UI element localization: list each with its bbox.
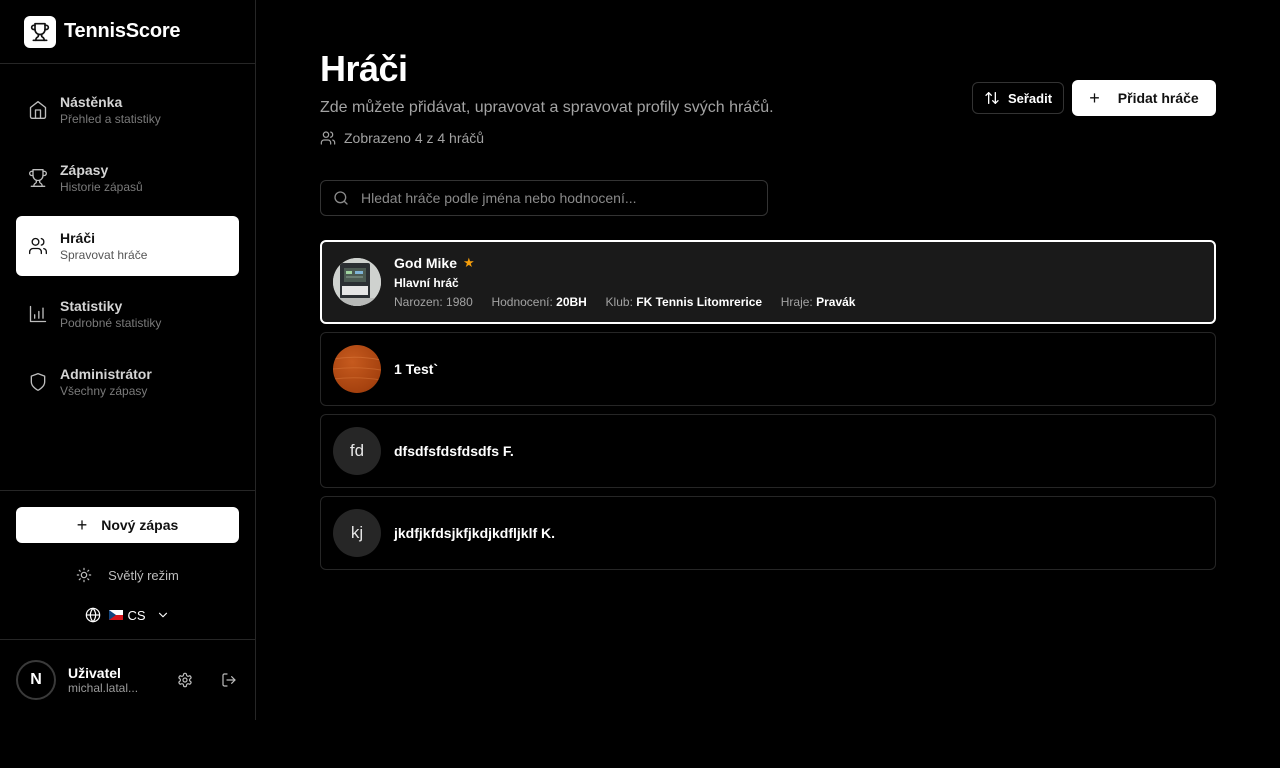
user-panel: N Uživatel michal.latal... — [0, 639, 255, 720]
globe-icon — [86, 607, 101, 623]
player-role: Hlavní hráč — [394, 276, 459, 290]
born-value: 1980 — [446, 295, 473, 309]
player-avatar-photo — [333, 258, 381, 306]
players-count-label: Zobrazeno 4 z 4 hráčů — [344, 130, 485, 146]
club-value: FK Tennis Litomrerice — [636, 295, 763, 309]
avatar[interactable]: N — [16, 660, 56, 700]
user-info: Uživatel michal.latal... — [68, 665, 154, 695]
trophy-logo-icon — [24, 15, 56, 48]
player-avatar-image — [333, 345, 381, 393]
player-card[interactable]: kj jkdfjkfdsjkfjkdjkdfljklf K. — [320, 496, 1216, 570]
sidebar-item-matches[interactable]: Zápasy Historie zápasů — [16, 148, 239, 208]
player-name: God Mike ★ — [394, 255, 855, 271]
sidebar-item-subtitle: Přehled a statistiky — [60, 112, 161, 126]
trophy-icon — [28, 168, 48, 188]
player-name-text: God Mike — [394, 255, 458, 271]
avatar-letter: N — [30, 671, 42, 688]
plays-label: Hraje: — [780, 295, 813, 309]
app-name: TennisScore — [64, 20, 181, 42]
sidebar-item-title: Hráči — [60, 230, 96, 246]
user-email: michal.latal... — [68, 681, 139, 695]
theme-toggle-button[interactable]: Světlý režim — [0, 559, 255, 591]
sidebar-item-subtitle: Podrobné statistiky — [60, 316, 162, 330]
player-card[interactable]: God Mike ★ Hlavní hráč Narozen: 1980 Hod… — [320, 240, 1216, 324]
sort-button[interactable]: Seřadit — [972, 82, 1064, 114]
sidebar-item-title: Statistiky — [60, 298, 123, 314]
language-label: CS — [127, 607, 146, 623]
users-icon — [320, 131, 336, 145]
player-name: dfsdfsfdsfdsdfs F. — [394, 443, 514, 459]
sidebar-item-admin[interactable]: Administrátor Všechny zápasy — [16, 352, 239, 412]
player-card[interactable]: fd dfsdfsfdsfdsdfs F. — [320, 414, 1216, 488]
language-select[interactable]: CS — [0, 599, 255, 631]
sidebar-item-subtitle: Všechny zápasy — [60, 384, 148, 398]
player-meta: Narozen: 1980 Hodnocení: 20BH Klub: FK T… — [394, 295, 855, 309]
player-name: jkdfjkfdsjkfjkdjkdfljklf K. — [394, 525, 556, 541]
sort-label: Seřadit — [1007, 90, 1053, 106]
shield-icon — [28, 372, 48, 392]
sidebar: TennisScore Nástěnka Přehled a statistik… — [0, 0, 256, 720]
logout-icon — [222, 673, 236, 687]
page-subtitle: Zde můžete přidávat, upravovat a spravov… — [320, 99, 774, 116]
theme-toggle-label: Světlý režim — [108, 567, 179, 583]
plus-icon: + — [76, 515, 88, 535]
czech-flag-icon — [109, 610, 124, 620]
settings-button[interactable] — [169, 664, 201, 696]
sidebar-item-title: Nástěnka — [60, 94, 123, 110]
sidebar-item-dashboard[interactable]: Nástěnka Přehled a statistiky — [16, 80, 239, 140]
player-card[interactable]: 1 Test` — [320, 332, 1216, 406]
sidebar-item-players[interactable]: Hráči Spravovat hráče — [16, 216, 239, 276]
player-avatar-initials: kj — [333, 509, 381, 557]
sidebar-nav: Nástěnka Přehled a statistiky Zápasy His… — [0, 64, 255, 412]
new-match-label: Nový zápas — [101, 517, 179, 533]
search-input[interactable] — [361, 190, 741, 206]
club-label: Klub: — [605, 295, 633, 309]
search-icon — [334, 191, 348, 205]
sidebar-item-subtitle: Spravovat hráče — [60, 248, 148, 262]
players-count: Zobrazeno 4 z 4 hráčů — [320, 130, 484, 146]
new-match-button[interactable]: + Nový zápas — [16, 507, 239, 543]
born-label: Narozen: — [394, 295, 443, 309]
users-icon — [28, 236, 48, 256]
add-player-button[interactable]: + Přidat hráče — [1072, 80, 1216, 116]
chevron-down-icon — [158, 612, 167, 618]
sidebar-item-subtitle: Historie zápasů — [60, 180, 143, 194]
sidebar-footer: + Nový zápas Světlý režim CS — [0, 490, 255, 631]
sidebar-item-statistics[interactable]: Statistiky Podrobné statistiky — [16, 284, 239, 344]
sun-icon — [76, 567, 92, 583]
logout-button[interactable] — [213, 664, 245, 696]
plays-value: Pravák — [816, 295, 856, 309]
rating-label: Hodnocení: — [491, 295, 553, 309]
add-player-label: Přidat hráče — [1117, 90, 1199, 106]
sidebar-item-title: Administrátor — [60, 366, 152, 382]
page-title: Hráči — [320, 48, 408, 89]
plus-icon: + — [1089, 88, 1100, 108]
search-box — [320, 180, 768, 216]
star-icon: ★ — [463, 255, 475, 270]
players-list: God Mike ★ Hlavní hráč Narozen: 1980 Hod… — [320, 240, 1216, 578]
gear-icon — [178, 672, 192, 688]
player-avatar-initials: fd — [333, 427, 381, 475]
rating-value: 20BH — [556, 295, 587, 309]
bar-chart-icon — [28, 304, 48, 324]
sidebar-item-title: Zápasy — [60, 162, 109, 178]
sort-arrows-icon — [985, 92, 999, 104]
player-name: 1 Test` — [394, 361, 439, 377]
user-name: Uživatel — [68, 665, 121, 681]
brand[interactable]: TennisScore — [0, 0, 255, 64]
home-icon — [28, 100, 48, 120]
